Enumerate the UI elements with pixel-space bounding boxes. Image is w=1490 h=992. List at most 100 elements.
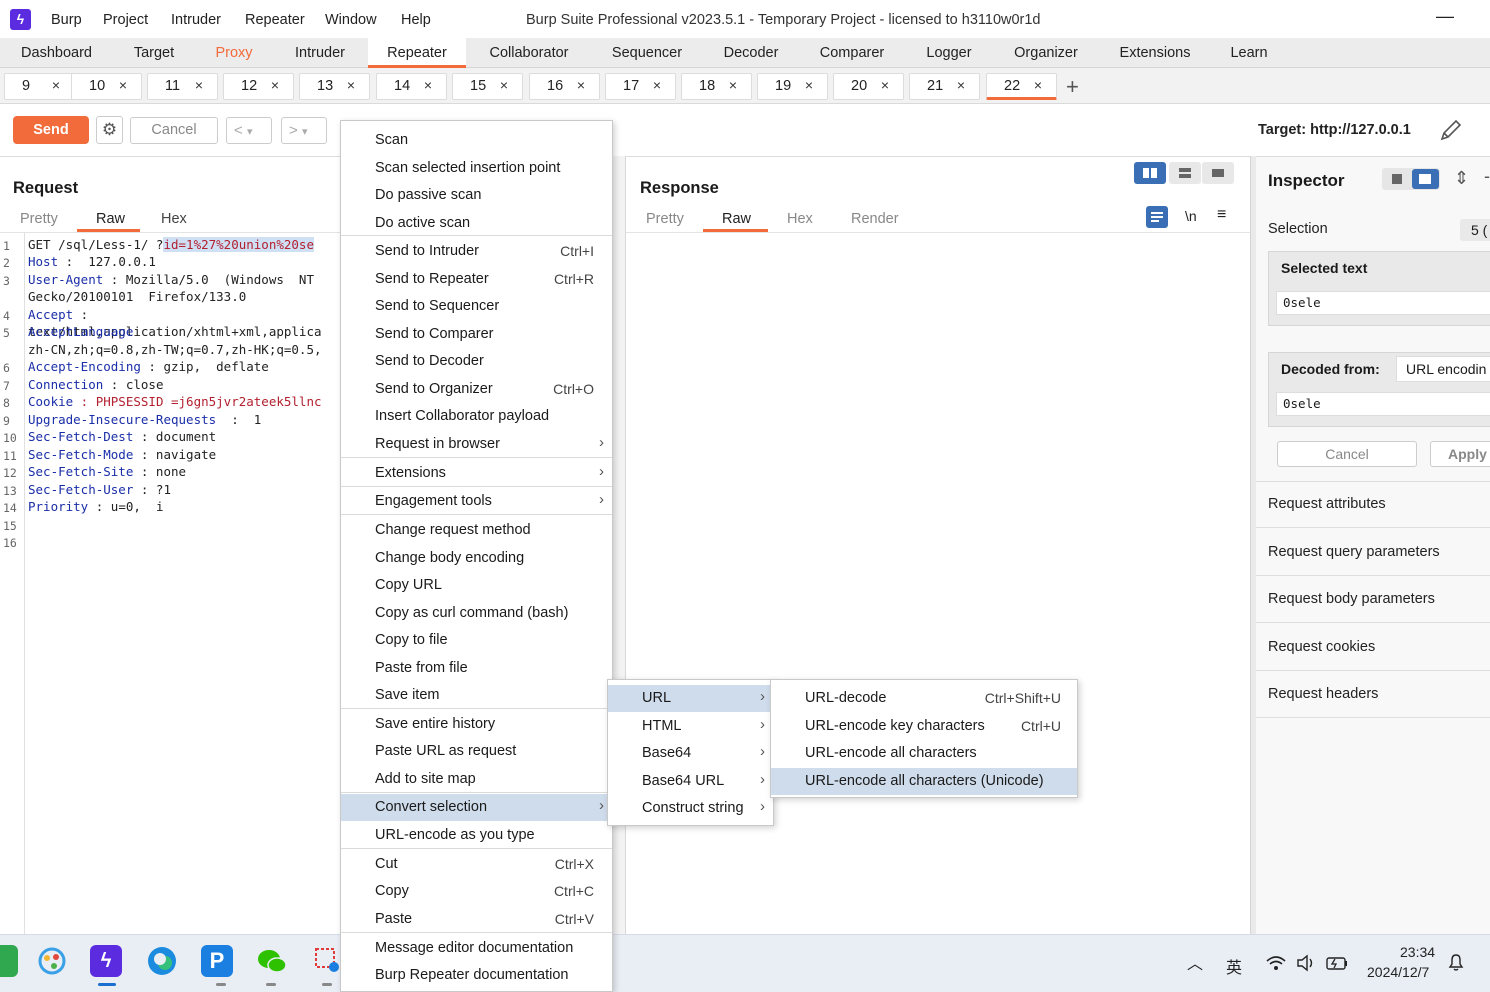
menu-item-send-to-repeater[interactable]: Send to Repeater Ctrl+R [341, 266, 612, 293]
menu-project[interactable]: Project [103, 12, 148, 28]
tab-learn[interactable]: Learn [1220, 38, 1278, 68]
menu-burp[interactable]: Burp [51, 12, 82, 28]
section-request-headers[interactable]: Request headers [1256, 671, 1490, 718]
close-icon[interactable]: × [195, 77, 203, 93]
close-icon[interactable]: × [957, 77, 965, 93]
close-icon[interactable]: × [347, 77, 355, 93]
submenu-item-url-encode-all-unicode[interactable]: URL-encode all characters (Unicode) [771, 768, 1077, 795]
menu-item-send-to-comparer[interactable]: Send to Comparer [341, 321, 612, 348]
menu-item-change-request-method[interactable]: Change request method [341, 517, 612, 544]
menu-item-paste-from-file[interactable]: Paste from file [341, 655, 612, 682]
close-icon[interactable]: × [881, 77, 889, 93]
repeater-tab[interactable]: 21 × [909, 73, 980, 100]
close-icon[interactable]: × [729, 77, 737, 93]
menu-item-message-editor-documentation[interactable]: Message editor documentation [341, 935, 612, 962]
edge-browser-icon[interactable] [146, 945, 178, 977]
menu-item-send-to-decoder[interactable]: Send to Decoder [341, 348, 612, 375]
tab-extensions[interactable]: Extensions [1108, 38, 1202, 68]
add-tab-icon[interactable]: + [1066, 74, 1079, 100]
dropdown-arrow-icon[interactable]: ▾ [247, 126, 253, 138]
chevron-up-icon[interactable]: ︿ [1187, 950, 1203, 974]
menu-item-insert-collaborator-payload[interactable]: Insert Collaborator payload [341, 403, 612, 430]
next-button[interactable]: > ▾ [281, 117, 327, 144]
section-request-cookies[interactable]: Request cookies [1256, 624, 1490, 671]
menu-item-save-item[interactable]: Save item [341, 682, 612, 709]
minimize-button[interactable]: — [1436, 6, 1454, 27]
tab-raw[interactable]: Raw [722, 211, 751, 227]
close-icon[interactable]: × [52, 77, 60, 93]
submenu-item-base64-url[interactable]: Base64 URL › [608, 768, 773, 795]
dropdown-arrow-icon[interactable]: ▾ [302, 126, 308, 138]
section-request-query-parameters[interactable]: Request query parameters [1256, 529, 1490, 576]
inspector-cancel-button[interactable]: Cancel [1277, 441, 1417, 467]
menu-item-change-body-encoding[interactable]: Change body encoding [341, 545, 612, 572]
close-icon[interactable]: × [119, 77, 127, 93]
menu-intruder[interactable]: Intruder [171, 12, 221, 28]
close-icon[interactable]: × [1034, 77, 1042, 93]
repeater-tab[interactable]: 12 × [223, 73, 294, 100]
tab-hex[interactable]: Hex [787, 211, 813, 227]
pencil-icon[interactable] [1438, 117, 1464, 143]
section-request-attributes[interactable]: Request attributes [1256, 481, 1490, 528]
notification-bell-icon[interactable] [1446, 952, 1466, 975]
decoded-value-field[interactable]: 0sele [1276, 392, 1490, 416]
repeater-tab[interactable]: 18 × [681, 73, 752, 100]
repeater-tab-active[interactable]: 22 × [986, 73, 1057, 100]
menu-item-scan-insertion-point[interactable]: Scan selected insertion point [341, 155, 612, 182]
repeater-tab[interactable]: 14 × [376, 73, 447, 100]
collapse-icon[interactable]: ⇕ [1454, 168, 1469, 189]
send-button[interactable]: Send [13, 116, 89, 144]
menu-item-add-to-site-map[interactable]: Add to site map [341, 766, 612, 793]
submenu-item-url-decode[interactable]: URL-decode Ctrl+Shift+U [771, 685, 1077, 712]
menu-item-url-encode-as-you-type[interactable]: URL-encode as you type [341, 822, 612, 849]
tab-proxy[interactable]: Proxy [198, 38, 270, 68]
previous-button[interactable]: < ▾ [226, 117, 272, 144]
submenu-item-construct-string[interactable]: Construct string › [608, 795, 773, 822]
tab-repeater[interactable]: Repeater [368, 38, 466, 68]
menu-item-copy-url[interactable]: Copy URL [341, 572, 612, 599]
section-request-body-parameters[interactable]: Request body parameters [1256, 576, 1490, 623]
volume-icon[interactable] [1296, 954, 1318, 977]
menu-item-scan[interactable]: Scan [341, 127, 612, 154]
wifi-icon[interactable] [1265, 954, 1287, 977]
submenu-item-url[interactable]: URL › [608, 685, 773, 712]
app-icon[interactable] [0, 945, 18, 977]
close-icon[interactable]: - [1484, 166, 1490, 187]
split-vertical-icon[interactable] [1169, 162, 1201, 184]
gear-icon[interactable]: ⚙ [96, 116, 123, 144]
tab-render[interactable]: Render [851, 211, 899, 227]
ime-indicator[interactable]: 英 [1226, 954, 1242, 978]
inspector-layout-toggle[interactable] [1382, 168, 1440, 190]
repeater-tab[interactable]: 15 × [452, 73, 523, 100]
tab-dashboard[interactable]: Dashboard [6, 38, 107, 68]
tab-logger[interactable]: Logger [914, 38, 984, 68]
tab-pretty[interactable]: Pretty [20, 211, 58, 227]
repeater-tab[interactable]: 16 × [529, 73, 600, 100]
menu-item-send-to-organizer[interactable]: Send to Organizer Ctrl+O [341, 376, 612, 403]
menu-item-extensions[interactable]: Extensions › [341, 460, 612, 487]
repeater-tab[interactable]: 9 × [4, 73, 75, 100]
close-icon[interactable]: × [424, 77, 432, 93]
menu-item-paste[interactable]: Paste Ctrl+V [341, 906, 612, 933]
cancel-button[interactable]: Cancel [130, 117, 218, 144]
repeater-tab[interactable]: 13 × [299, 73, 370, 100]
repeater-tab[interactable]: 17 × [605, 73, 676, 100]
tab-comparer[interactable]: Comparer [810, 38, 894, 68]
menu-item-send-to-sequencer[interactable]: Send to Sequencer [341, 293, 612, 320]
repeater-tab[interactable]: 11 × [147, 73, 218, 100]
submenu-item-html[interactable]: HTML › [608, 713, 773, 740]
menu-help[interactable]: Help [401, 12, 431, 28]
pretty-print-icon[interactable] [1146, 206, 1168, 228]
tab-hex[interactable]: Hex [161, 211, 187, 227]
repeater-tab[interactable]: 10 × [71, 73, 142, 100]
menu-item-copy[interactable]: Copy Ctrl+C [341, 878, 612, 905]
close-icon[interactable]: × [577, 77, 585, 93]
decoding-select[interactable]: URL encodin [1396, 356, 1490, 382]
tab-decoder[interactable]: Decoder [712, 38, 790, 68]
menu-item-copy-to-file[interactable]: Copy to file [341, 627, 612, 654]
inspector-apply-button[interactable]: Apply [1430, 441, 1490, 467]
menu-item-passive-scan[interactable]: Do passive scan [341, 182, 612, 209]
menu-window[interactable]: Window [325, 12, 377, 28]
tab-intruder[interactable]: Intruder [280, 38, 360, 68]
p-app-icon[interactable]: P [201, 945, 233, 977]
